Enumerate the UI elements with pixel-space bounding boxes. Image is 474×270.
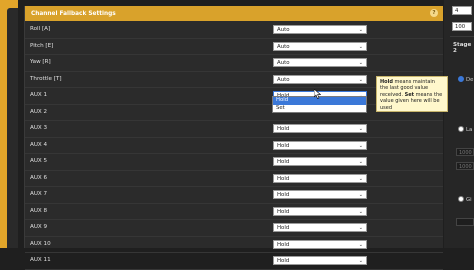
select-value: Hold bbox=[277, 192, 290, 198]
radio-label-2: La bbox=[466, 127, 473, 133]
radio-label-1: De bbox=[466, 77, 474, 83]
left-accent-strip bbox=[0, 0, 18, 248]
fallback-select-aux7[interactable]: Hold ⌄ bbox=[273, 190, 367, 199]
tooltip-hold-word: Hold bbox=[380, 79, 393, 85]
stage-heading: Stage 2 bbox=[453, 42, 472, 54]
channel-label: AUX 4 bbox=[30, 141, 48, 148]
channel-row-aux3: AUX 3 Hold ⌄ bbox=[25, 121, 443, 138]
channel-fallback-panel: Channel Fallback Settings ? Roll [A] Aut… bbox=[24, 6, 443, 270]
fallback-select-aux11[interactable]: Hold ⌄ bbox=[273, 256, 367, 265]
fallback-select-aux4[interactable]: Hold ⌄ bbox=[273, 140, 367, 150]
chevron-down-icon: ⌄ bbox=[358, 60, 363, 66]
chevron-down-icon: ⌄ bbox=[358, 27, 363, 33]
channel-label: AUX 7 bbox=[30, 191, 48, 197]
tooltip-set-word: Set bbox=[404, 91, 415, 98]
channel-label: Pitch [E] bbox=[30, 42, 54, 49]
channel-label: Throttle [T] bbox=[30, 75, 62, 82]
channel-row-aux7: AUX 7 Hold ⌄ bbox=[25, 187, 443, 204]
channel-row-aux4: AUX 4 Hold ⌄ bbox=[25, 138, 443, 154]
channel-row-aux10: AUX 10 Hold ⌄ bbox=[25, 237, 443, 253]
select-value: Auto bbox=[277, 76, 290, 83]
chevron-down-icon: ⌄ bbox=[358, 258, 363, 264]
fallback-select-aux3[interactable]: Hold ⌄ bbox=[273, 124, 367, 133]
select-value: Hold bbox=[277, 258, 290, 264]
chevron-down-icon: ⌄ bbox=[358, 43, 363, 50]
select-value: Auto bbox=[277, 60, 290, 66]
value-field-3[interactable] bbox=[456, 218, 474, 226]
chevron-down-icon: ⌄ bbox=[358, 225, 363, 231]
fallback-select-aux5[interactable]: Hold ⌄ bbox=[273, 157, 367, 166]
radio-label-3: Gi bbox=[466, 197, 472, 203]
chevron-down-icon: ⌄ bbox=[358, 208, 363, 215]
channel-row-roll: Roll [A] Auto ⌄ bbox=[25, 22, 443, 39]
channel-label: AUX 10 bbox=[30, 240, 51, 247]
select-value: Hold bbox=[277, 241, 290, 248]
select-value: Hold bbox=[277, 126, 290, 132]
select-value: Hold bbox=[277, 208, 290, 215]
radio-option-3[interactable] bbox=[458, 196, 464, 202]
radio-option-1[interactable] bbox=[458, 76, 464, 82]
panel-title: Channel Fallback Settings bbox=[31, 10, 116, 17]
fallback-tooltip: Hold means maintain the last good value … bbox=[376, 76, 448, 112]
select-value: Hold bbox=[277, 159, 290, 165]
fallback-select-roll[interactable]: Auto ⌄ bbox=[273, 25, 367, 34]
panel-header: Channel Fallback Settings ? bbox=[25, 6, 443, 21]
value-field-2[interactable]: 1000 bbox=[456, 162, 474, 170]
chevron-down-icon: ⌄ bbox=[358, 192, 363, 198]
dropdown-option-set[interactable]: Set bbox=[273, 105, 366, 113]
channel-label: Yaw [R] bbox=[30, 59, 51, 65]
chevron-down-icon: ⌄ bbox=[358, 142, 363, 149]
channel-label: AUX 11 bbox=[30, 257, 51, 263]
fallback-select-aux9[interactable]: Hold ⌄ bbox=[273, 223, 367, 232]
select-value: Hold bbox=[277, 175, 290, 182]
radio-option-2[interactable] bbox=[458, 126, 464, 132]
fallback-select-throttle[interactable]: Auto ⌄ bbox=[273, 74, 367, 84]
select-value: Hold bbox=[277, 142, 290, 149]
channel-row-aux8: AUX 8 Hold ⌄ bbox=[25, 204, 443, 220]
right-sidebar: 4 100 Stage 2 De La 1000 1000 Gi bbox=[444, 0, 474, 248]
number-input-2[interactable]: 100 bbox=[452, 22, 472, 31]
channel-label: AUX 6 bbox=[30, 174, 48, 181]
select-value: Auto bbox=[277, 27, 290, 33]
fallback-select-yaw[interactable]: Auto ⌄ bbox=[273, 58, 367, 67]
channel-label: AUX 9 bbox=[30, 224, 48, 230]
channel-row-aux9: AUX 9 Hold ⌄ bbox=[25, 220, 443, 237]
channel-row-aux5: AUX 5 Hold ⌄ bbox=[25, 154, 443, 171]
channel-label: AUX 2 bbox=[30, 108, 48, 115]
fallback-select-pitch[interactable]: Auto ⌄ bbox=[273, 41, 367, 51]
select-value: Auto bbox=[277, 43, 290, 50]
fallback-select-aux10[interactable]: Hold ⌄ bbox=[273, 239, 367, 249]
chevron-down-icon: ⌄ bbox=[358, 126, 363, 132]
chevron-down-icon: ⌄ bbox=[358, 76, 363, 83]
channel-row-aux11: AUX 11 Hold ⌄ bbox=[25, 253, 443, 270]
chevron-down-icon: ⌄ bbox=[358, 159, 363, 165]
left-accent-inner bbox=[7, 8, 18, 248]
select-value: Hold bbox=[277, 225, 290, 231]
fallback-select-aux6[interactable]: Hold ⌄ bbox=[273, 173, 367, 183]
chevron-down-icon: ⌄ bbox=[358, 241, 363, 248]
channel-row-aux6: AUX 6 Hold ⌄ bbox=[25, 171, 443, 187]
channel-label: AUX 8 bbox=[30, 207, 48, 214]
fallback-select-aux8[interactable]: Hold ⌄ bbox=[273, 206, 367, 216]
channel-label: Roll [A] bbox=[30, 26, 51, 32]
sidebar-divider bbox=[450, 36, 474, 37]
channel-label: AUX 5 bbox=[30, 158, 48, 164]
fallback-rows: Roll [A] Auto ⌄ Pitch [E] Auto ⌄ Yaw [R] A… bbox=[25, 22, 443, 270]
help-icon[interactable]: ? bbox=[430, 9, 438, 17]
channel-label: AUX 3 bbox=[30, 125, 48, 131]
channel-row-yaw: Yaw [R] Auto ⌄ bbox=[25, 55, 443, 72]
number-input-1[interactable]: 4 bbox=[452, 6, 472, 15]
value-field-1[interactable]: 1000 bbox=[456, 148, 474, 156]
channel-label: AUX 1 bbox=[30, 92, 48, 98]
chevron-down-icon: ⌄ bbox=[358, 175, 363, 182]
mouse-cursor-icon bbox=[314, 89, 321, 99]
channel-row-pitch: Pitch [E] Auto ⌄ bbox=[25, 39, 443, 55]
